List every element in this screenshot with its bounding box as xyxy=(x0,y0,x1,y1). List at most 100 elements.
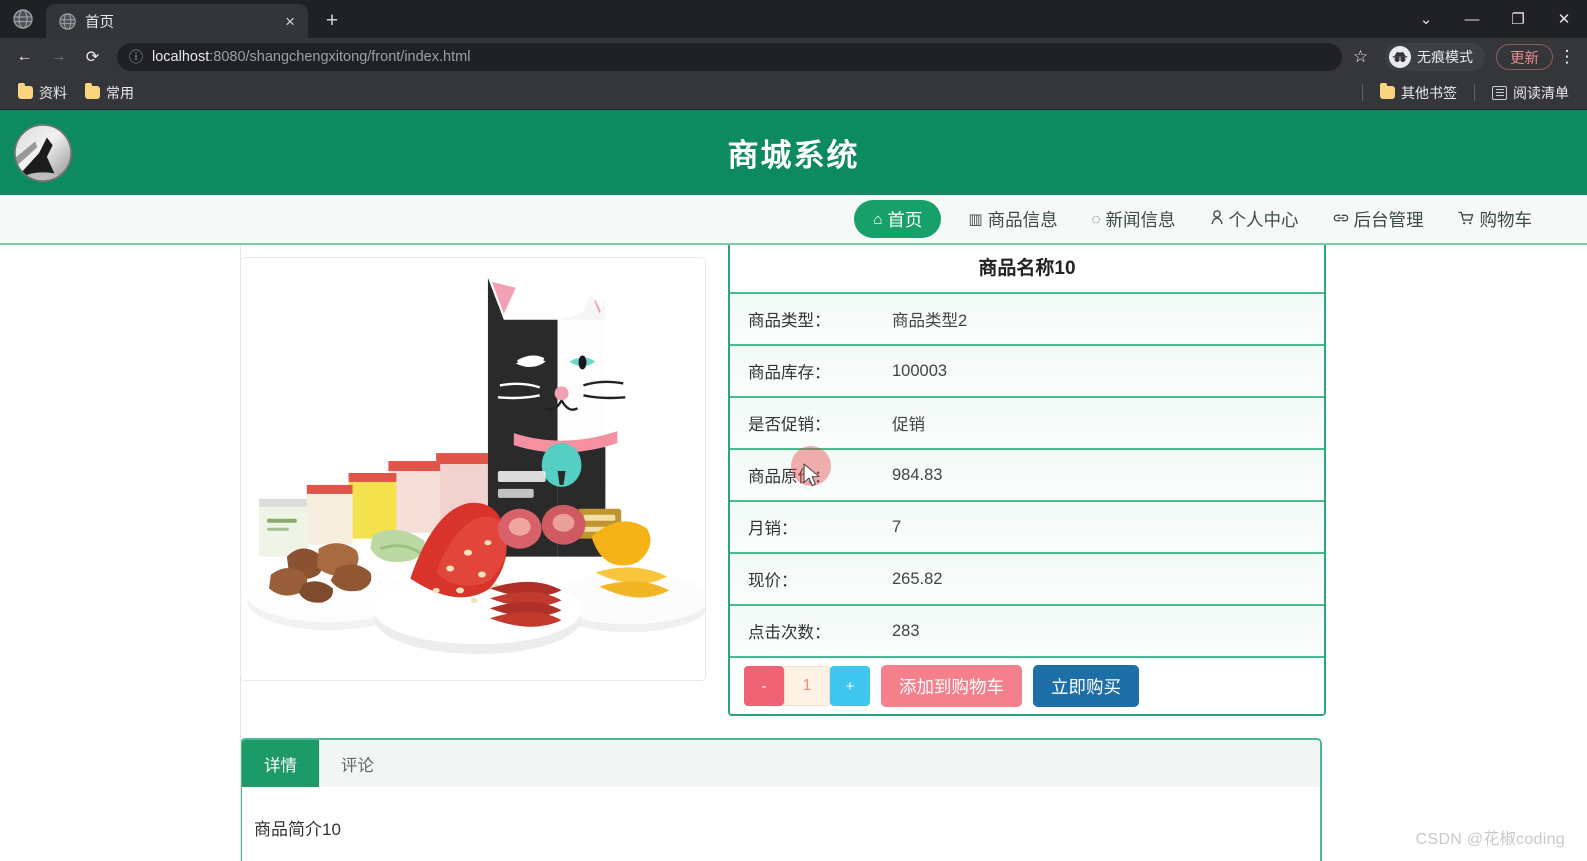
cart-icon xyxy=(1457,211,1475,228)
reading-list-icon xyxy=(1492,85,1507,100)
nav-label: 新闻信息 xyxy=(1105,209,1176,230)
product-image-card[interactable] xyxy=(240,257,706,681)
product-detail-card: 商品名称10 商品类型： 商品类型2 商品库存： 100003 是否促销： 促销 xyxy=(728,245,1326,716)
buy-now-button[interactable]: 立即购买 xyxy=(1033,665,1139,707)
bookmark-star-icon[interactable]: ☆ xyxy=(1345,42,1376,73)
quantity-input[interactable]: 1 xyxy=(784,666,830,706)
tab-comments[interactable]: 评论 xyxy=(319,740,396,787)
nav-item-goods[interactable]: ▥ 商品信息 xyxy=(951,200,1074,238)
product-tabs-card: 详情 评论 商品简介10 xyxy=(240,738,1322,861)
detail-label: 商品库存： xyxy=(748,364,831,382)
bookmark-item[interactable]: 常用 xyxy=(78,80,141,106)
reload-icon[interactable]: ⟳ xyxy=(77,42,108,73)
nav-label: 购物车 xyxy=(1479,209,1533,230)
detail-row: 点击次数： 283 xyxy=(730,604,1324,656)
product-image xyxy=(241,258,705,680)
detail-value: 7 xyxy=(892,517,902,536)
new-tab-button[interactable]: + xyxy=(315,4,349,38)
folder-icon xyxy=(85,83,100,99)
tab-details[interactable]: 详情 xyxy=(242,740,319,787)
incognito-label: 无痕模式 xyxy=(1417,49,1473,65)
detail-row: 现价： 265.82 xyxy=(730,552,1324,604)
divider xyxy=(1474,84,1475,101)
browser-toolbar: ← → ⟳ ⓘ localhost:8080/shangchengxitong/… xyxy=(0,38,1587,76)
nav-label: 后台管理 xyxy=(1353,209,1424,230)
browser-window: 首页 × + ⌄ — ❐ ✕ ← → ⟳ ⓘ localhost:8080/sh… xyxy=(0,0,1587,861)
nav-item-home[interactable]: ⌂ 首页 xyxy=(854,200,942,238)
page-title: 商城系统 xyxy=(727,138,860,173)
browser-tab[interactable]: 首页 × xyxy=(46,4,308,38)
tab-favicon-globe-icon xyxy=(59,12,76,30)
watermark: CSDN @花椒coding xyxy=(1415,831,1565,848)
url-path: :8080/shangchengxitong/front/index.html xyxy=(209,49,471,65)
web-page: 商城系统 ⌂ 首页 ▥ 商品信息 ◌ 新闻信息 个人中心 后台管理 购物车 商品… xyxy=(0,110,1587,861)
reading-list-label: 阅读清单 xyxy=(1513,84,1569,101)
detail-row: 商品原价： 984.83 xyxy=(730,448,1324,500)
other-bookmarks-button[interactable]: 其他书签 xyxy=(1373,80,1464,106)
detail-value: 100003 xyxy=(892,361,948,380)
add-to-cart-button[interactable]: 添加到购物车 xyxy=(881,665,1022,707)
nav-label: 商品信息 xyxy=(987,209,1058,230)
detail-value: 促销 xyxy=(892,416,925,434)
folder-icon xyxy=(18,83,33,99)
quantity-increase-button[interactable]: + xyxy=(830,666,870,706)
incognito-indicator[interactable]: 无痕模式 xyxy=(1385,43,1485,71)
tab-title: 首页 xyxy=(85,14,114,31)
product-actions-row: - 1 + 添加到购物车 立即购买 xyxy=(730,656,1324,714)
reading-list-button[interactable]: 阅读清单 xyxy=(1485,80,1576,106)
site-info-icon[interactable]: ⓘ xyxy=(129,47,143,67)
other-bookmarks-label: 其他书签 xyxy=(1401,84,1457,101)
nav-label: 个人中心 xyxy=(1228,209,1299,230)
goods-icon: ▥ xyxy=(968,210,983,228)
news-icon: ◌ xyxy=(1091,210,1101,228)
site-header: 商城系统 xyxy=(0,110,1587,195)
nav-item-profile[interactable]: 个人中心 xyxy=(1193,200,1316,238)
address-bar[interactable]: ⓘ localhost:8080/shangchengxitong/front/… xyxy=(117,43,1342,71)
tab-close-icon[interactable]: × xyxy=(280,11,300,32)
home-icon: ⌂ xyxy=(873,210,883,228)
bookmarks-bar-right: 其他书签 阅读清单 xyxy=(1355,80,1576,106)
window-maximize-icon[interactable]: ❐ xyxy=(1495,0,1541,38)
address-bar-url: localhost:8080/shangchengxitong/front/in… xyxy=(152,49,470,65)
detail-label: 点击次数： xyxy=(748,624,831,642)
nav-item-news[interactable]: ◌ 新闻信息 xyxy=(1075,200,1193,238)
browser-app-icon[interactable] xyxy=(0,0,46,38)
quantity-decrease-button[interactable]: - xyxy=(744,666,784,706)
back-icon[interactable]: ← xyxy=(9,42,40,73)
bookmark-label: 资料 xyxy=(39,84,67,101)
detail-row: 商品库存： 100003 xyxy=(730,344,1324,396)
bookmark-item[interactable]: 资料 xyxy=(11,80,74,106)
detail-row: 月销： 7 xyxy=(730,500,1324,552)
quantity-stepper: - 1 + xyxy=(744,666,870,706)
detail-row: 商品类型： 商品类型2 xyxy=(730,292,1324,344)
tabs-body: 商品简介10 xyxy=(242,787,1320,861)
nav-item-cart[interactable]: 购物车 xyxy=(1441,200,1550,238)
bookmark-label: 常用 xyxy=(106,84,134,101)
forward-icon[interactable]: → xyxy=(43,42,74,73)
browser-menu-icon[interactable]: ⋮ xyxy=(1556,47,1578,67)
window-expand-icon[interactable]: ⌄ xyxy=(1403,0,1449,38)
globe-icon xyxy=(13,9,33,29)
link-icon xyxy=(1333,211,1349,228)
product-description: 商品简介10 xyxy=(254,820,341,839)
divider xyxy=(1362,84,1363,101)
window-close-icon[interactable]: ✕ xyxy=(1541,0,1587,38)
detail-value: 商品类型2 xyxy=(892,312,968,330)
nav-label: 首页 xyxy=(887,209,923,230)
incognito-icon xyxy=(1389,46,1411,68)
user-icon xyxy=(1210,210,1224,228)
nav-item-admin[interactable]: 后台管理 xyxy=(1316,200,1441,238)
detail-label: 现价： xyxy=(748,572,798,590)
update-label: 更新 xyxy=(1510,50,1539,67)
update-button[interactable]: 更新 xyxy=(1496,44,1553,70)
tabs-header: 详情 评论 xyxy=(242,740,1320,787)
product-name: 商品名称10 xyxy=(730,245,1324,292)
window-minimize-icon[interactable]: — xyxy=(1449,0,1495,38)
detail-row: 是否促销： 促销 xyxy=(730,396,1324,448)
product-top-section: 商品名称10 商品类型： 商品类型2 商品库存： 100003 是否促销： 促销 xyxy=(0,245,1587,716)
detail-label: 商品类型： xyxy=(748,312,831,330)
detail-label: 月销： xyxy=(748,520,798,538)
detail-value: 984.83 xyxy=(892,465,943,484)
tab-strip: 首页 × + ⌄ — ❐ ✕ xyxy=(0,0,1587,38)
detail-value: 283 xyxy=(892,621,920,640)
